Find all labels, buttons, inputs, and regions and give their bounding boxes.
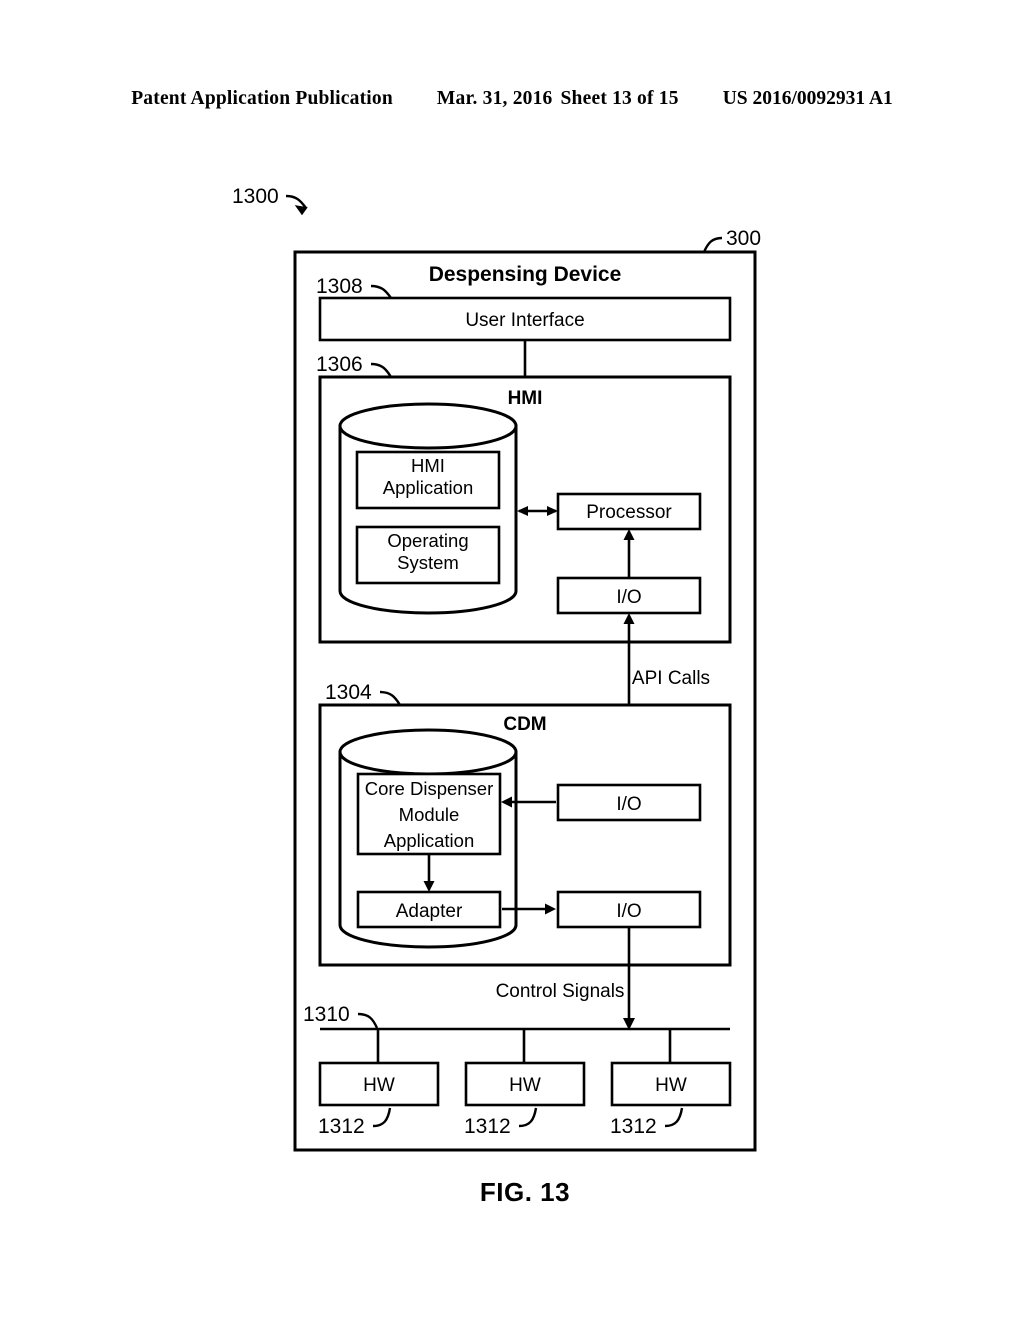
ref-1312-2: 1312 [464,1115,511,1138]
page-canvas: Patent Application Publication Mar. 31, … [0,0,1024,1320]
ref-1312-3: 1312 [610,1115,657,1138]
control-signals-label: Control Signals [496,981,625,1002]
ref-1312-1: 1312 [318,1115,365,1138]
hmi-io-label: I/O [616,587,641,608]
processor-label: Processor [586,502,672,523]
cdm-io-bottom-label: I/O [616,901,641,922]
api-calls-label: API Calls [632,668,710,689]
figure-13-diagram: 1300 300 Despensing Device 1308 User Int… [232,185,761,1207]
ref-1300: 1300 [232,185,279,208]
ref-1306: 1306 [316,353,363,376]
ref-1304: 1304 [325,681,372,704]
user-interface-label: User Interface [465,310,584,331]
figure-caption: FIG. 13 [480,1177,570,1207]
cdm-io-top-label: I/O [616,794,641,815]
operating-system-label: Operating System [387,530,468,573]
dispensing-device-title: Despensing Device [429,263,622,286]
ref-300: 300 [726,227,761,250]
ref-300-leader [702,236,723,253]
hardware-label-3: HW [655,1075,687,1096]
hardware-label-2: HW [509,1075,541,1096]
hmi-label: HMI [508,388,543,409]
adapter-label: Adapter [396,901,463,922]
cdm-label: CDM [503,714,546,735]
ref-1310: 1310 [303,1003,350,1026]
ref-1300-arrowhead [294,205,308,216]
hardware-label-1: HW [363,1075,395,1096]
ref-1308: 1308 [316,275,363,298]
